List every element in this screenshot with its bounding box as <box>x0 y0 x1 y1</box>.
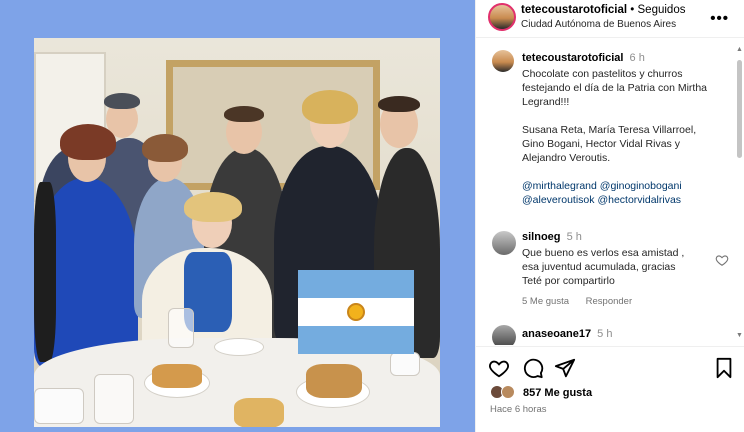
comment-time: 5 h <box>566 231 582 243</box>
share-icon[interactable] <box>554 357 576 379</box>
post-header: tetecoustarotoficial • Seguidos Ciudad A… <box>476 0 744 38</box>
commenter-avatar[interactable] <box>492 325 516 345</box>
comment-likes[interactable]: 5 Me gusta <box>522 296 569 307</box>
caption-username-line: tetecoustarotoficial 6 h <box>522 52 645 64</box>
caption-mentions-2: @aleveroutisok @hectorvidalrivas <box>522 193 720 207</box>
liker-avatar <box>501 385 515 399</box>
caption-line-1: Chocolate con pastelitos y churros feste… <box>522 68 708 108</box>
person-blue-dress-jacket <box>34 182 56 362</box>
post-timestamp: Hace 6 horas <box>490 404 547 415</box>
comment-icon[interactable] <box>522 357 544 379</box>
comment-item: silnoeg 5 h Que bueno es verlos esa amis… <box>492 231 737 311</box>
comment-username-line: silnoeg 5 h <box>522 231 582 243</box>
photo-plate <box>214 338 264 356</box>
person-host-hair <box>302 90 358 124</box>
commenter-avatar[interactable] <box>492 231 516 255</box>
follow-status[interactable]: Seguidos <box>638 4 686 16</box>
person-right-man-hair <box>378 96 420 112</box>
photo-glass <box>94 374 134 424</box>
scrollbar-thumb[interactable] <box>737 60 742 158</box>
comment-username[interactable]: anaseoane17 <box>522 328 591 340</box>
post-photo[interactable] <box>34 38 440 427</box>
bookmark-icon[interactable] <box>713 357 735 379</box>
comment-time: 5 h <box>597 328 613 340</box>
heart-icon[interactable] <box>488 357 510 379</box>
likes-count[interactable]: 857 Me gusta <box>523 387 592 399</box>
photo-pastries <box>152 364 202 388</box>
scroll-down-arrow-icon[interactable]: ▼ <box>736 332 743 339</box>
person-blue-dress-hair <box>60 124 116 160</box>
comment-item: anaseoane17 5 h <box>492 325 737 345</box>
header-separator: • <box>630 4 635 16</box>
flag-stripe-top <box>298 270 414 298</box>
caption-avatar[interactable] <box>492 50 514 72</box>
caption-mentions-1: @mirthalegrand @ginoginobogani <box>522 179 720 193</box>
photo-cake <box>234 398 284 427</box>
comment-reply-button[interactable]: Responder <box>586 296 632 307</box>
photo-cup <box>390 352 420 376</box>
caption-line-2: Susana Reta, María Teresa Villarroel, Gi… <box>522 124 697 164</box>
post-side-panel: tetecoustarotoficial • Seguidos Ciudad A… <box>475 0 744 432</box>
mention-link[interactable]: @mirthalegrand <box>522 180 597 192</box>
header-username[interactable]: tetecoustarotoficial <box>521 4 627 16</box>
comment-like-heart-icon[interactable] <box>715 253 729 267</box>
scroll-up-arrow-icon[interactable]: ▲ <box>736 46 743 53</box>
mention-link[interactable]: @ginoginobogani <box>600 180 682 192</box>
photo-glass <box>168 308 194 348</box>
photo-churros <box>306 364 362 398</box>
caption-time: 6 h <box>629 52 645 64</box>
caption-text: Chocolate con pastelitos y churros feste… <box>522 67 720 207</box>
post-location[interactable]: Ciudad Autónoma de Buenos Aires <box>521 19 676 30</box>
comment-username[interactable]: silnoeg <box>522 231 561 243</box>
mention-link[interactable]: @aleveroutisok <box>522 194 595 206</box>
author-avatar[interactable] <box>488 3 516 31</box>
mention-link[interactable]: @hectorvidalrivas <box>597 194 681 206</box>
header-username-line: tetecoustarotoficial • Seguidos <box>521 4 685 16</box>
comment-username-line: anaseoane17 5 h <box>522 328 612 340</box>
flag-stripe-bottom <box>298 326 414 354</box>
person-cap-hat <box>104 93 140 109</box>
more-options-icon[interactable]: ••• <box>710 10 729 27</box>
comments-scrollbar[interactable]: ▲ ▼ <box>736 44 743 344</box>
post-actions: 857 Me gusta Hace 6 horas <box>476 346 744 432</box>
photo-cup <box>34 388 84 424</box>
person-center-man-hair <box>224 106 264 122</box>
person-center-front-hair <box>184 192 242 222</box>
flag-sun-icon <box>347 303 365 321</box>
comment-text: Que bueno es verlos esa amistad , esa ju… <box>522 247 685 287</box>
argentina-flag <box>298 270 414 354</box>
person-scarf-hair <box>142 134 188 162</box>
comment-meta: 5 Me gusta Responder <box>522 296 632 307</box>
caption-username[interactable]: tetecoustarotoficial <box>522 52 623 64</box>
